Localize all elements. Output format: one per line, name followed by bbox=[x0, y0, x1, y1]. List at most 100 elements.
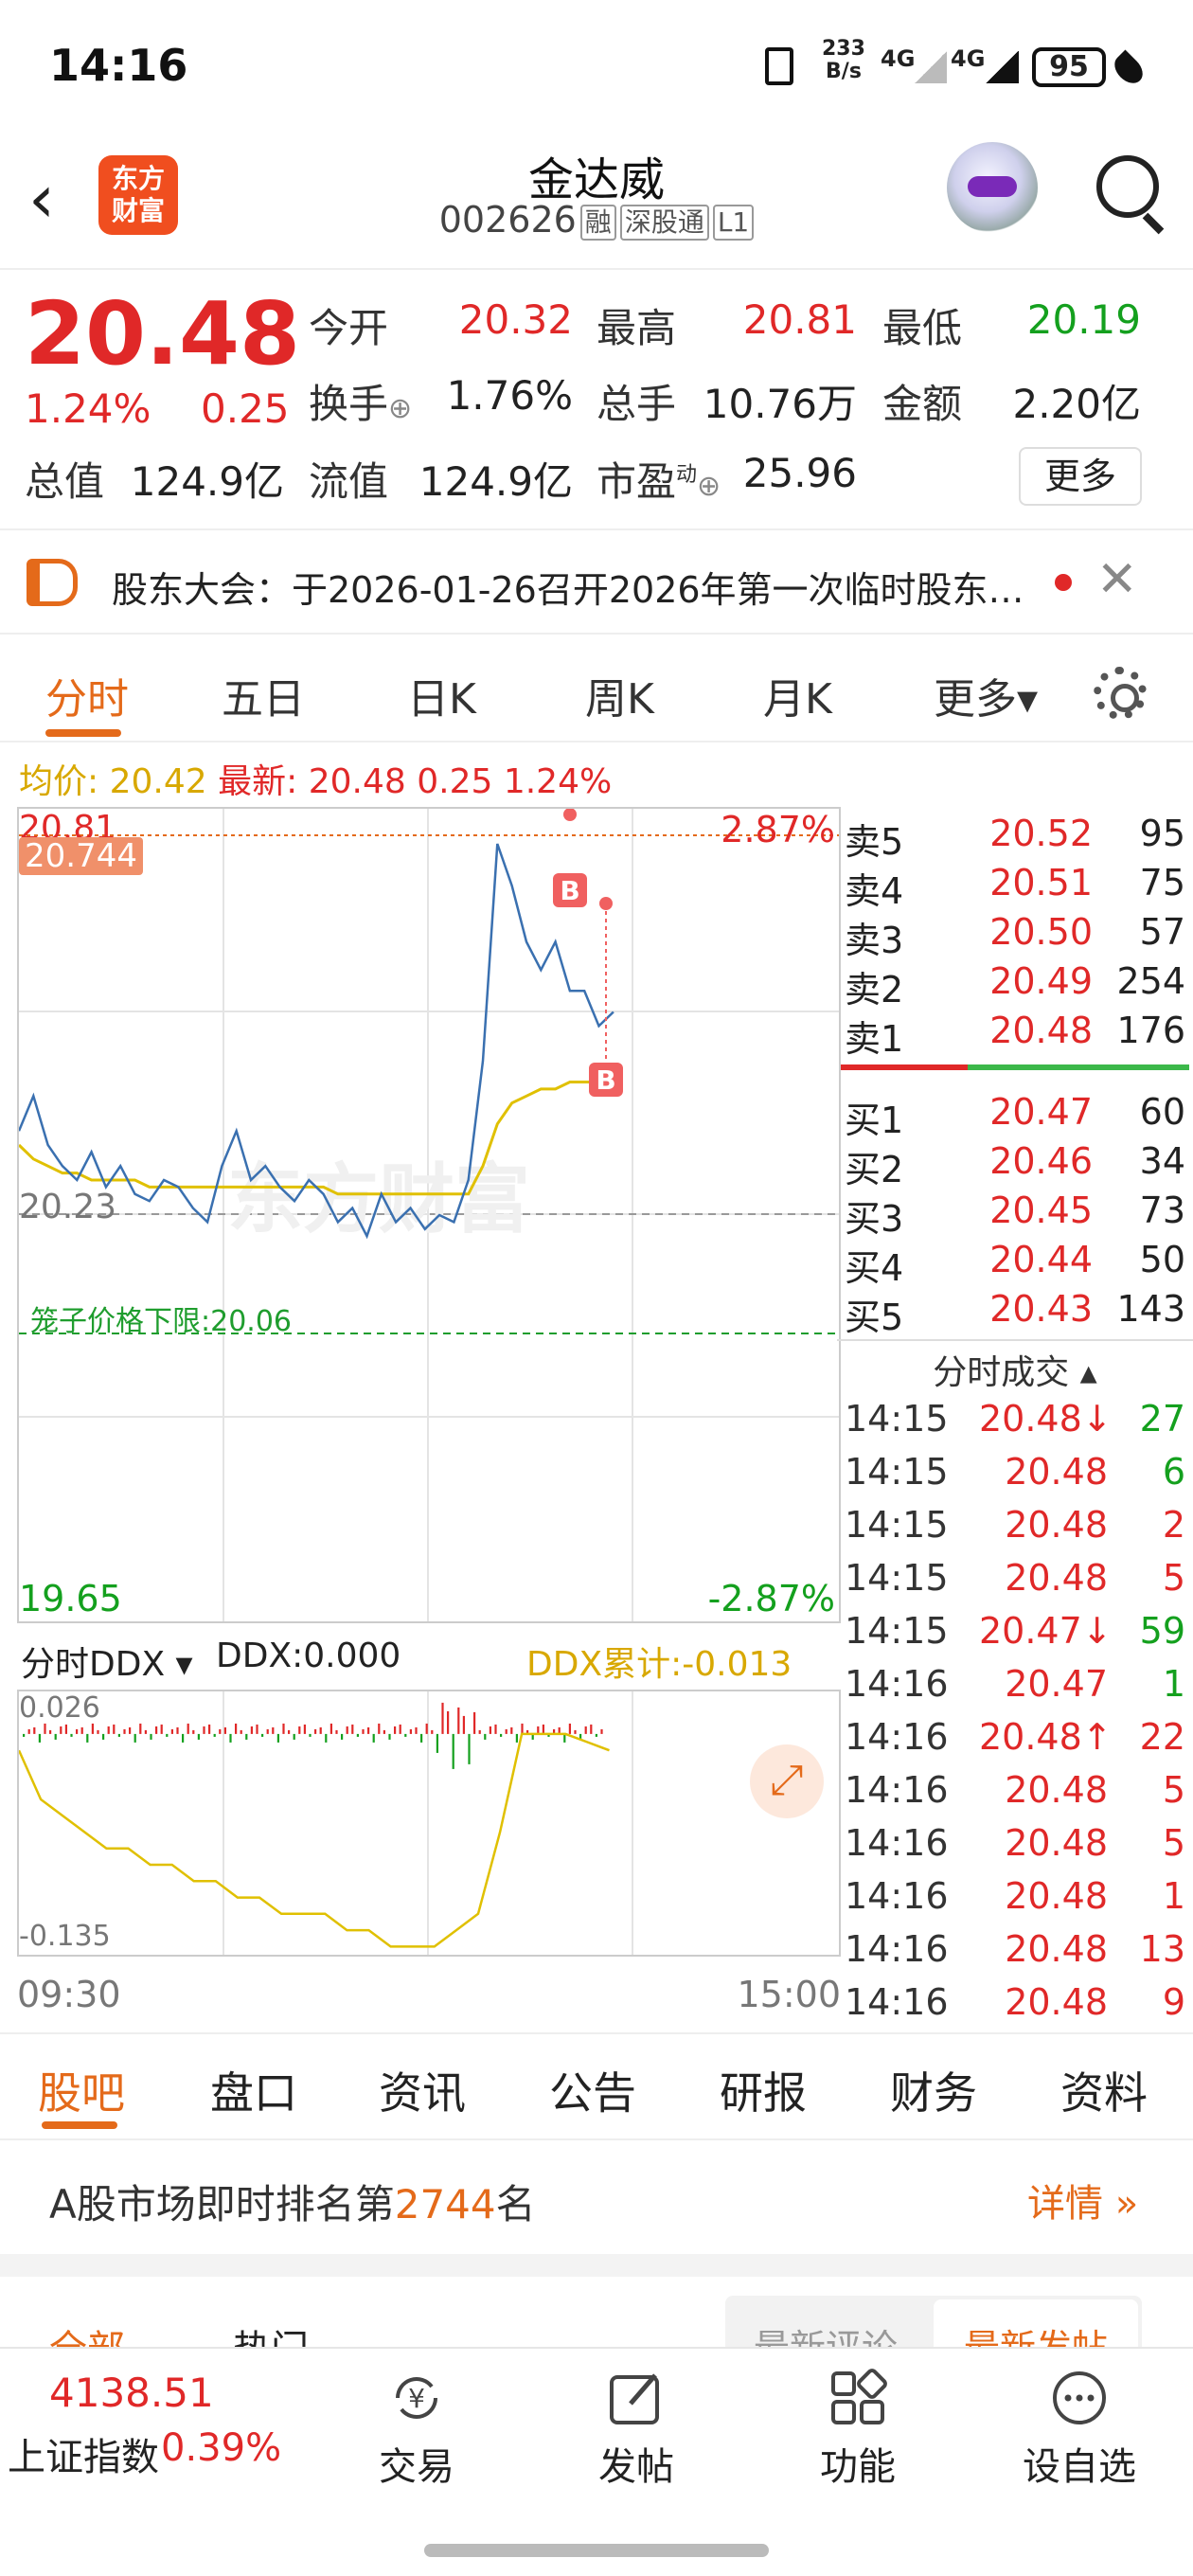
network-label-1: 4G bbox=[881, 45, 916, 72]
tab-all-posts[interactable]: 全部 bbox=[49, 2318, 125, 2349]
vibrate-icon bbox=[765, 47, 793, 85]
battery-level: 95 bbox=[1049, 50, 1089, 83]
ddx-bar bbox=[197, 1733, 200, 1740]
tick-volume: 2 bbox=[1162, 1504, 1185, 1546]
tag-margin: 融 bbox=[579, 204, 616, 241]
low-label: 最低 bbox=[882, 305, 963, 351]
sort-latest-post[interactable]: 最新发帖 bbox=[964, 2318, 1108, 2349]
rank-row[interactable]: A股市场即时排名第2744名 详情 » bbox=[0, 2142, 1193, 2254]
latest-value: 20.48 bbox=[308, 762, 406, 801]
index-pct[interactable]: 0.39% bbox=[161, 2426, 281, 2470]
add-watchlist-button[interactable]: 设自选 bbox=[1013, 2368, 1146, 2491]
chart-bottom-pct: -2.87% bbox=[707, 1578, 835, 1619]
rank-detail-link[interactable]: 详情 » bbox=[1027, 2173, 1138, 2227]
bid-label: 买4 bbox=[845, 1247, 904, 1289]
ddx-bar bbox=[54, 1733, 57, 1740]
intraday-chart-svg: 东方财富 B B bbox=[17, 808, 839, 1621]
index-name[interactable]: 上证指数 bbox=[8, 2426, 159, 2481]
bid-row[interactable]: 买5 20.43 143 bbox=[837, 1288, 1193, 1338]
trade-button[interactable]: ¥ 交易 bbox=[350, 2368, 483, 2491]
ddx-bar bbox=[155, 1726, 158, 1734]
ddx-bar bbox=[38, 1733, 41, 1743]
tab-announcements[interactable]: 公告 bbox=[549, 2059, 636, 2121]
ddx-bar bbox=[97, 1729, 99, 1734]
tick-row: 14:16 20.48 5 bbox=[837, 1769, 1193, 1822]
tab-pankou[interactable]: 盘口 bbox=[210, 2059, 297, 2121]
ask-row[interactable]: 卖1 20.48 176 bbox=[837, 1010, 1193, 1060]
search-icon[interactable] bbox=[1096, 155, 1159, 218]
close-icon[interactable]: ✕ bbox=[1096, 551, 1138, 608]
ddx-bar bbox=[425, 1723, 428, 1734]
ask-row[interactable]: 卖4 20.51 75 bbox=[837, 862, 1193, 912]
tick-time: 14:16 bbox=[845, 1822, 949, 1864]
ddx-cum: -0.013 bbox=[682, 1645, 792, 1684]
ddx-bar bbox=[494, 1724, 497, 1734]
float-cap-label: 流值 bbox=[309, 458, 389, 505]
low-value: 20.19 bbox=[1026, 296, 1141, 343]
tab-daily-k[interactable]: 日K bbox=[407, 665, 476, 725]
expand-icon[interactable]: ⤢ bbox=[750, 1744, 824, 1818]
ask-row[interactable]: 卖2 20.49 254 bbox=[837, 960, 1193, 1011]
ddx-bar bbox=[362, 1728, 365, 1734]
post-button[interactable]: 发帖 bbox=[570, 2368, 703, 2491]
gear-icon[interactable] bbox=[1094, 667, 1147, 720]
tick-volume: 5 bbox=[1162, 1822, 1185, 1864]
bid-row[interactable]: 买2 20.46 34 bbox=[837, 1140, 1193, 1190]
tab-news[interactable]: 资讯 bbox=[379, 2059, 466, 2121]
tick-price: 20.48 bbox=[1005, 1451, 1108, 1493]
ddx-bar bbox=[346, 1726, 348, 1734]
sort-latest-comment[interactable]: 最新评论 bbox=[754, 2318, 898, 2349]
ddx-bar bbox=[117, 1733, 120, 1737]
tab-finance[interactable]: 财务 bbox=[890, 2059, 977, 2121]
tick-volume: 27 bbox=[1139, 1398, 1185, 1440]
ask-price: 20.50 bbox=[989, 911, 1093, 953]
tab-five-day[interactable]: 五日 bbox=[222, 665, 305, 725]
tab-monthly-k[interactable]: 月K bbox=[763, 665, 832, 725]
bid-row[interactable]: 买4 20.44 50 bbox=[837, 1239, 1193, 1289]
tick-volume: 9 bbox=[1162, 1981, 1185, 2023]
latest-pct: 1.24% bbox=[503, 762, 613, 801]
ddx-bar bbox=[515, 1733, 518, 1743]
bid-row[interactable]: 买1 20.47 60 bbox=[837, 1091, 1193, 1141]
more-button[interactable]: 更多 bbox=[1019, 447, 1142, 506]
tab-guba[interactable]: 股吧 bbox=[38, 2059, 125, 2121]
tab-hot-posts[interactable]: 热门 bbox=[233, 2318, 309, 2349]
assistant-robot-icon[interactable] bbox=[947, 142, 1038, 233]
ask-row[interactable]: 卖3 20.50 57 bbox=[837, 911, 1193, 961]
ddx-bar bbox=[150, 1733, 152, 1740]
ddx-bar bbox=[415, 1726, 418, 1734]
tick-time: 14:15 bbox=[845, 1451, 949, 1493]
tab-more[interactable]: 更多▾ bbox=[934, 665, 1038, 725]
tab-research[interactable]: 研报 bbox=[720, 2059, 807, 2121]
info-icon[interactable]: ⊕ bbox=[388, 392, 412, 425]
bid-price: 20.46 bbox=[989, 1140, 1093, 1182]
index-value[interactable]: 4138.51 bbox=[49, 2370, 214, 2416]
tab-profile[interactable]: 资料 bbox=[1060, 2059, 1148, 2121]
ddx-selector[interactable]: 分时DDX ▾ bbox=[21, 1637, 193, 1686]
notice-text[interactable]: 股东大会：于2026-01-26召开2026年第一次临时股东… bbox=[112, 561, 1030, 613]
ddx-value: 0.000 bbox=[303, 1637, 401, 1675]
tick-time: 14:16 bbox=[845, 1875, 949, 1917]
ddx-bar bbox=[542, 1724, 544, 1734]
tab-weekly-k[interactable]: 周K bbox=[585, 665, 654, 725]
home-indicator[interactable] bbox=[424, 2544, 769, 2557]
bid-row[interactable]: 买3 20.45 73 bbox=[837, 1190, 1193, 1240]
signal-icon-1 bbox=[915, 51, 947, 83]
ddx-bar bbox=[447, 1710, 450, 1734]
ddx-bar bbox=[500, 1733, 503, 1737]
bid-label: 买3 bbox=[845, 1198, 904, 1240]
functions-button[interactable]: 功能 bbox=[792, 2368, 924, 2491]
pe-info-icon[interactable]: ⊕ bbox=[697, 470, 721, 503]
tab-intraday[interactable]: 分时 bbox=[45, 665, 129, 725]
ddx-bar bbox=[441, 1702, 444, 1734]
ask-label: 卖1 bbox=[845, 1018, 904, 1060]
ddx-bar bbox=[399, 1724, 401, 1734]
intraday-chart[interactable]: 东方财富 B B 20.81 20.744 2.87% 20.23 笼子价格下限… bbox=[17, 807, 841, 1623]
tick-volume: 5 bbox=[1162, 1557, 1185, 1599]
ask-row[interactable]: 卖5 20.52 95 bbox=[837, 813, 1193, 863]
notice-banner[interactable]: 股东大会：于2026-01-26召开2026年第一次临时股东… ✕ bbox=[0, 528, 1193, 635]
ticks-title[interactable]: 分时成交 ▴ bbox=[837, 1345, 1193, 1394]
high-value: 20.81 bbox=[742, 296, 857, 343]
ddx-chart[interactable]: 0.026 -0.135 ⤢ bbox=[17, 1690, 841, 1957]
ask-price: 20.52 bbox=[989, 813, 1093, 854]
